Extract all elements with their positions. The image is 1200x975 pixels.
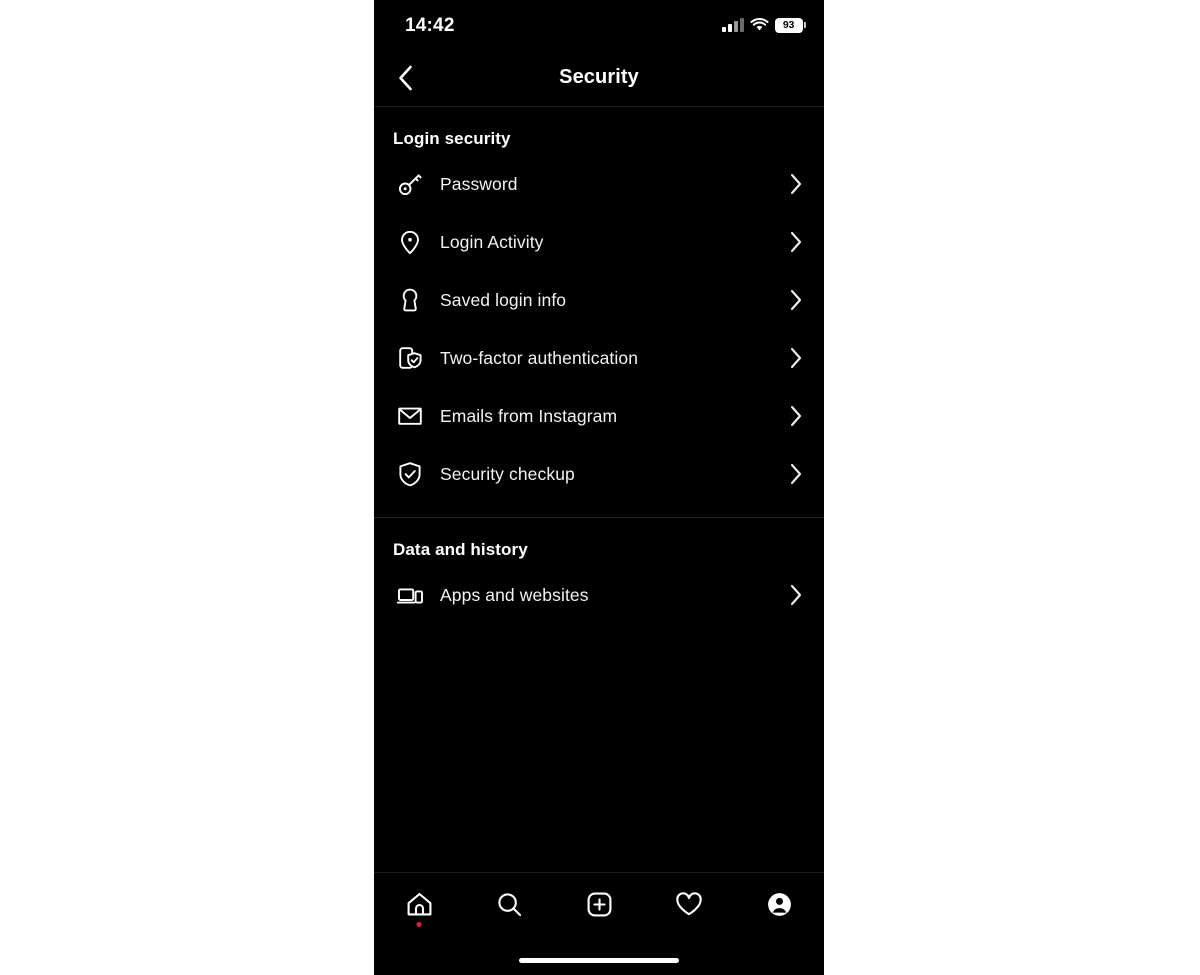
sidebar-item-login-activity[interactable]: Login Activity xyxy=(374,213,824,271)
battery-indicator: 93 xyxy=(774,17,806,33)
chevron-right-icon xyxy=(787,347,805,369)
section-title: Login security xyxy=(393,129,511,148)
shield-check-icon xyxy=(393,457,427,491)
nav-bar: Security xyxy=(374,48,824,107)
cellular-signal-icon xyxy=(722,18,744,32)
sidebar-item-label: Emails from Instagram xyxy=(440,405,618,426)
section-login-security: Login security Password Login Activity S… xyxy=(374,107,824,517)
chevron-right-icon xyxy=(787,405,805,427)
sidebar-item-apps-and-websites[interactable]: Apps and websites xyxy=(374,566,824,624)
section-rows: Apps and websites xyxy=(374,566,824,638)
chevron-right-icon xyxy=(787,289,805,311)
chevron-right-icon xyxy=(787,463,805,485)
screenshot-canvas: 14:42 93 Security Login security Passwor… xyxy=(0,0,1200,975)
home-icon xyxy=(407,892,431,915)
status-indicators: 93 xyxy=(722,15,806,35)
settings-list: Login security Password Login Activity S… xyxy=(374,107,824,873)
sidebar-item-password[interactable]: Password xyxy=(374,155,824,213)
battery-cap xyxy=(804,22,806,28)
sidebar-item-emails-from-instagram[interactable]: Emails from Instagram xyxy=(374,387,824,445)
envelope-icon xyxy=(393,399,427,433)
status-time: 14:42 xyxy=(405,15,455,36)
tab-activity[interactable] xyxy=(644,873,734,935)
tab-search[interactable] xyxy=(464,873,554,935)
section-title: Data and history xyxy=(393,540,528,559)
sidebar-item-label: Saved login info xyxy=(440,289,567,310)
home-indicator xyxy=(519,958,679,963)
key-icon xyxy=(393,167,427,201)
sidebar-item-label: Two-factor authentication xyxy=(440,347,639,368)
plus-square-icon xyxy=(587,892,611,916)
sidebar-item-label: Security checkup xyxy=(440,463,575,484)
home-badge-dot xyxy=(416,922,422,927)
profile-avatar-icon xyxy=(767,892,791,916)
chevron-right-icon xyxy=(787,584,805,606)
wifi-icon xyxy=(749,18,769,32)
sidebar-item-label: Password xyxy=(440,173,518,194)
keyhole-icon xyxy=(393,283,427,317)
phone-screen: 14:42 93 Security Login security Passwor… xyxy=(374,0,824,975)
phone-shield-check-icon xyxy=(393,341,427,375)
page-title: Security xyxy=(559,66,639,88)
laptop-phone-icon xyxy=(393,578,427,612)
tab-list xyxy=(374,873,824,935)
sidebar-item-label: Login Activity xyxy=(440,231,544,252)
sidebar-item-two-factor-authentication[interactable]: Two-factor authentication xyxy=(374,329,824,387)
sidebar-item-saved-login-info[interactable]: Saved login info xyxy=(374,271,824,329)
tab-profile[interactable] xyxy=(734,873,824,935)
battery-level: 93 xyxy=(774,17,803,33)
sidebar-item-security-checkup[interactable]: Security checkup xyxy=(374,445,824,503)
status-bar: 14:42 93 xyxy=(374,0,824,48)
section-rows: Password Login Activity Saved login info… xyxy=(374,155,824,517)
bottom-tab-bar xyxy=(374,872,824,975)
tab-create[interactable] xyxy=(554,873,644,935)
location-pin-icon xyxy=(393,225,427,259)
chevron-right-icon xyxy=(787,173,805,195)
heart-icon xyxy=(676,892,702,916)
tab-home[interactable] xyxy=(374,873,464,935)
search-icon xyxy=(497,892,521,916)
sidebar-item-label: Apps and websites xyxy=(440,584,589,605)
chevron-right-icon xyxy=(787,231,805,253)
section-data-and-history: Data and history Apps and websites xyxy=(374,517,824,638)
